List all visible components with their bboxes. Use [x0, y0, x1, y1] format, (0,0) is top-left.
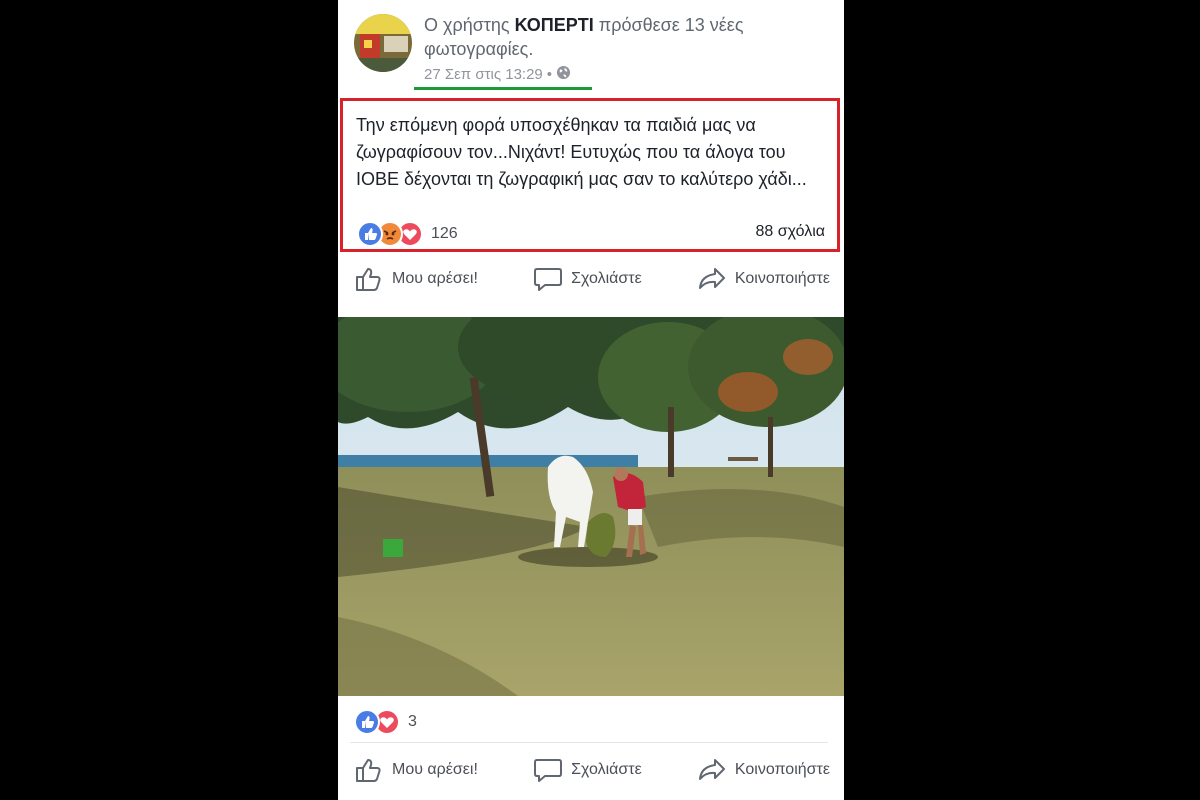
- share-arrow-icon: [697, 265, 727, 293]
- post-header: Ο χρήστης ΚΟΠΕΡΤΙ πρόσθεσε 13 νέες φωτογ…: [338, 0, 844, 95]
- share-arrow-icon: [697, 756, 727, 784]
- photo-like-button[interactable]: Μου αρέσει!: [354, 756, 478, 784]
- comment-label: Σχολιάστε: [571, 761, 642, 778]
- headline-prefix: Ο χρήστης: [424, 15, 515, 35]
- post-card: Ο χρήστης ΚΟΠΕΡΤΙ πρόσθεσε 13 νέες φωτογ…: [338, 0, 844, 800]
- timestamp-separator: •: [546, 66, 553, 83]
- like-reaction-icon: [357, 221, 383, 247]
- comments-count[interactable]: 88 σχόλια: [756, 223, 825, 241]
- post-photo[interactable]: [338, 317, 844, 696]
- avatar[interactable]: [354, 14, 412, 72]
- photo-reaction-count: 3: [408, 713, 417, 730]
- like-label: Μου αρέσει!: [392, 270, 478, 287]
- comment-bubble-icon: [533, 756, 563, 784]
- reaction-summary[interactable]: 126: [357, 221, 458, 247]
- comment-button[interactable]: Σχολιάστε: [533, 265, 642, 293]
- thumbs-up-icon: [354, 265, 384, 293]
- timestamp-row: 27 Σεπ στις 13:29 •: [424, 65, 571, 84]
- share-label: Κοινοποιήστε: [734, 761, 830, 778]
- photo-action-bar: Μου αρέσει! Σχολιάστε Κοινοποιήστε: [338, 748, 844, 792]
- post-timestamp[interactable]: 27 Σεπ στις 13:29: [424, 66, 543, 83]
- share-button[interactable]: Κοινοποιήστε: [697, 265, 830, 293]
- post-caption: Την επόμενη φορά υποσχέθηκαν τα παιδιά μ…: [356, 115, 807, 189]
- photo-comment-button[interactable]: Σχολιάστε: [533, 756, 642, 784]
- photo-reaction-summary[interactable]: 3: [354, 709, 417, 735]
- post-action-bar: Μου αρέσει! Σχολιάστε Κοινοποιήστε: [338, 257, 844, 301]
- share-label: Κοινοποιήστε: [734, 270, 830, 287]
- like-button[interactable]: Μου αρέσει!: [354, 265, 478, 293]
- author-name[interactable]: ΚΟΠΕΡΤΙ: [515, 15, 594, 35]
- globe-icon[interactable]: [556, 65, 571, 84]
- divider: [350, 742, 828, 743]
- caption-highlight-box: Την επόμενη φορά υποσχέθηκαν τα παιδιά μ…: [340, 98, 840, 252]
- thumbs-up-icon: [354, 756, 384, 784]
- photo-share-button[interactable]: Κοινοποιήστε: [697, 756, 830, 784]
- comment-bubble-icon: [533, 265, 563, 293]
- like-reaction-icon: [354, 709, 380, 735]
- timestamp-highlight-underline: [414, 87, 592, 90]
- like-label: Μου αρέσει!: [392, 761, 478, 778]
- reaction-count: 126: [431, 225, 458, 242]
- post-headline: Ο χρήστης ΚΟΠΕΡΤΙ πρόσθεσε 13 νέες φωτογ…: [424, 13, 834, 61]
- comment-label: Σχολιάστε: [571, 270, 642, 287]
